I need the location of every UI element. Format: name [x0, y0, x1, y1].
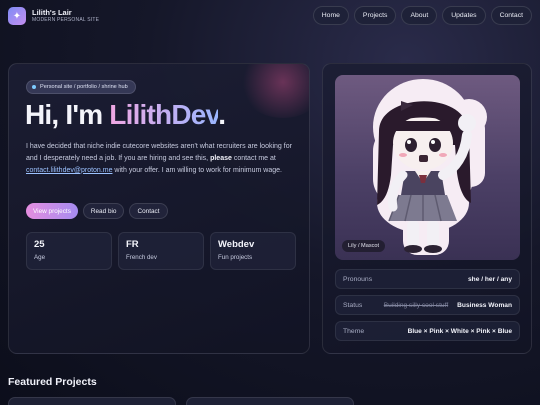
stat-card-age: 25 Age — [26, 232, 112, 270]
view-projects-button[interactable]: View projects — [26, 203, 78, 219]
sparkle-icon[interactable]: ✦ — [8, 7, 26, 25]
stat-card-country: FR French dev — [118, 232, 204, 270]
hero-actions: View projects Read bio Contact — [26, 203, 168, 219]
site-title[interactable]: Lilith's Lair — [32, 8, 72, 17]
nav-contact[interactable]: Contact — [490, 6, 532, 25]
intro-text-3: with your offer. I am willing to work fo… — [112, 166, 282, 174]
profile-row-pronouns: Pronouns she / her / any — [335, 269, 520, 289]
site-header: ✦ Lilith's Lair MODERN PERSONAL SITE Hom… — [0, 0, 540, 32]
hero-card: Personal site / portfolio / shrine hub H… — [8, 63, 310, 354]
stat-value: Webdev — [218, 239, 255, 250]
intro-bold: please — [210, 154, 232, 162]
current-status: Business Woman — [457, 301, 512, 309]
status-dot-icon — [32, 85, 36, 89]
stats-row: 25 Age FR French dev Webdev Fun projects — [26, 232, 296, 270]
heading-period: . — [218, 99, 226, 130]
project-card-peek[interactable] — [186, 397, 354, 405]
row-value: she / her / any — [468, 275, 512, 283]
stat-label: Fun projects — [218, 254, 253, 261]
row-key: Pronouns — [343, 275, 373, 283]
stat-value: 25 — [34, 239, 45, 250]
hero-glow — [239, 64, 309, 118]
heading-name: LilithDev — [109, 99, 219, 130]
intro-text-2: contact me at — [231, 154, 276, 162]
nav-updates[interactable]: Updates — [442, 6, 486, 25]
featured-heading: Featured Projects — [8, 376, 97, 388]
stat-value: FR — [126, 239, 139, 250]
hero-intro: I have decided that niche indie cutecore… — [26, 141, 298, 177]
nav-projects[interactable]: Projects — [353, 6, 397, 25]
site-subtitle: MODERN PERSONAL SITE — [32, 17, 100, 23]
heading-greeting: Hi, I'm — [25, 99, 110, 130]
profile-card: Lily / Mascot Pronouns she / her / any S… — [322, 63, 532, 354]
email-link[interactable]: contact.lilithdev@proton.me — [26, 167, 112, 174]
profile-row-status: Status Building silly cool stuff Business… — [335, 295, 520, 315]
profile-row-theme: Theme Blue × Pink × White × Pink × Blue — [335, 321, 520, 341]
stat-card-skill: Webdev Fun projects — [210, 232, 296, 270]
row-key: Theme — [343, 327, 365, 335]
mascot-caption: Lily / Mascot — [342, 240, 386, 252]
hero-heading: Hi, I'm LilithDev. — [25, 99, 226, 131]
mascot-illustration — [373, 79, 487, 255]
row-value-group: Building silly cool stuff Business Woman — [384, 302, 512, 309]
struck-status: Building silly cool stuff — [383, 301, 449, 309]
main-nav: Home Projects About Updates Contact — [312, 6, 532, 25]
nav-home[interactable]: Home — [312, 6, 349, 25]
stat-label: French dev — [126, 254, 157, 261]
nav-about[interactable]: About — [401, 6, 438, 25]
project-card-peek[interactable] — [8, 397, 176, 405]
contact-button[interactable]: Contact — [129, 203, 168, 219]
read-bio-button[interactable]: Read bio — [82, 203, 125, 219]
mascot-image: Lily / Mascot — [335, 75, 520, 260]
row-value: Blue × Pink × White × Pink × Blue — [407, 327, 512, 335]
site-tag-text: Personal site / portfolio / shrine hub — [40, 84, 128, 90]
stat-label: Age — [34, 254, 46, 261]
row-key: Status — [343, 301, 363, 309]
site-tag-badge: Personal site / portfolio / shrine hub — [26, 80, 136, 94]
